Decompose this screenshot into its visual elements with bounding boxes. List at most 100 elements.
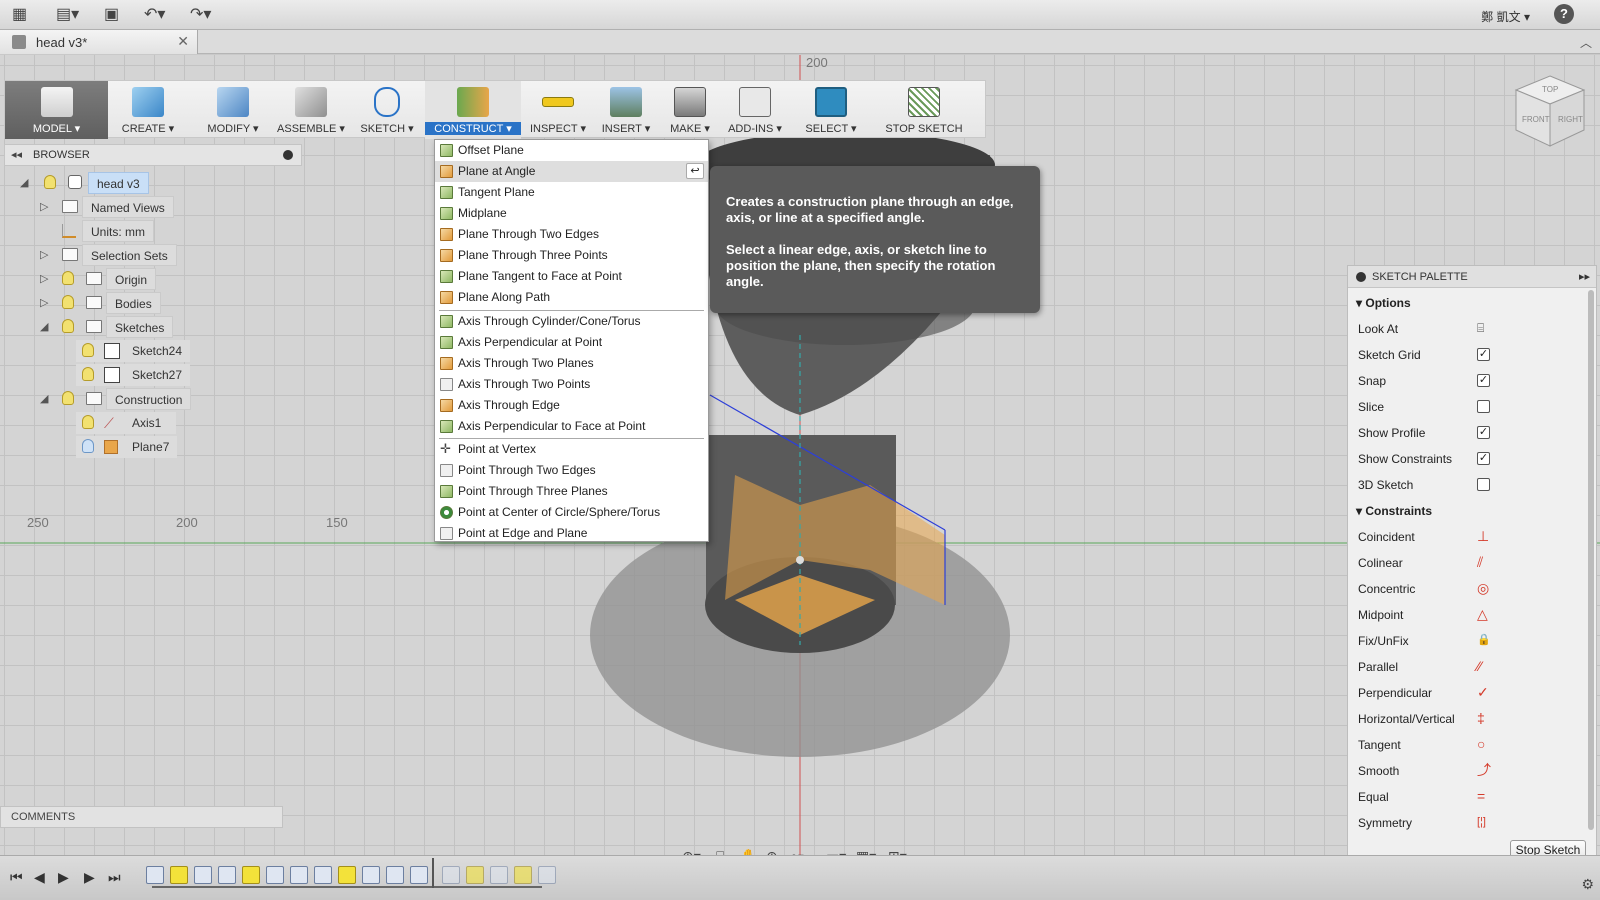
timeline-feature-icon[interactable] <box>442 866 460 884</box>
snap-checkbox[interactable]: ✓ <box>1477 374 1490 387</box>
user-menu[interactable]: 鄭 凱文 ▾ <box>1481 8 1530 25</box>
sketch-grid-checkbox[interactable]: ✓ <box>1477 348 1490 361</box>
timeline-feature-icon[interactable] <box>490 866 508 884</box>
comments-panel[interactable]: COMMENTS <box>0 806 283 828</box>
timeline-feature-icon[interactable] <box>338 866 356 884</box>
constraint-horizontal-vertical[interactable]: Horizontal/Vertical ‡ <box>1348 706 1582 732</box>
tree-row-units[interactable]: Units: mm <box>0 220 300 242</box>
tree-row-axis1[interactable]: ⟋ Axis1 <box>76 412 176 434</box>
timeline-feature-icon[interactable] <box>266 866 284 884</box>
tree-row-origin[interactable]: ▷ Origin <box>0 268 300 290</box>
visibility-bulb-icon[interactable] <box>82 439 94 453</box>
toolbar-assemble[interactable]: ASSEMBLE ▾ <box>277 81 345 139</box>
constraint-colinear[interactable]: Colinear ⫽ <box>1348 550 1582 576</box>
menu-item-point-two-edges[interactable]: Point Through Two Edges <box>435 460 708 481</box>
toolbar-addins[interactable]: ADD-INS ▾ <box>721 81 789 139</box>
tree-row-sketches[interactable]: ◢ Sketches <box>0 316 300 338</box>
browser-collapse-icon[interactable]: ◂◂ <box>11 148 22 161</box>
menu-item-axis-two-planes[interactable]: Axis Through Two Planes <box>435 353 708 374</box>
constraint-concentric[interactable]: Concentric ◎ <box>1348 576 1582 602</box>
3d-sketch-checkbox[interactable] <box>1477 478 1490 491</box>
menu-item-point-vertex[interactable]: ✛ Point at Vertex <box>435 439 708 460</box>
tree-row-construction[interactable]: ◢ Construction <box>0 388 300 410</box>
timeline-feature-icon[interactable] <box>218 866 236 884</box>
menu-item-plane-at-angle[interactable]: Plane at Angle ↩ <box>435 161 708 182</box>
constraint-parallel[interactable]: Parallel ⁄⁄ <box>1348 654 1582 680</box>
timeline-feature-icon[interactable] <box>242 866 260 884</box>
timeline-feature-icon[interactable] <box>386 866 404 884</box>
visibility-bulb-icon[interactable] <box>62 319 74 333</box>
toolbar-stop-sketch[interactable]: STOP SKETCH <box>871 81 977 139</box>
file-icon[interactable]: ▤▾ <box>56 6 79 24</box>
option-show-profile[interactable]: Show Profile ✓ <box>1348 420 1582 446</box>
option-3d-sketch[interactable]: 3D Sketch <box>1348 472 1582 498</box>
visibility-bulb-icon[interactable] <box>82 415 94 429</box>
constraint-fix-unfix[interactable]: Fix/UnFix 🔒 <box>1348 628 1582 654</box>
constraint-tangent[interactable]: Tangent ○ <box>1348 732 1582 758</box>
collapse-icon[interactable]: ︿ <box>1580 34 1592 51</box>
menu-item-axis-perpendicular-face[interactable]: Axis Perpendicular to Face at Point <box>435 416 708 437</box>
step-back-icon[interactable]: ◀ <box>34 869 45 886</box>
menu-item-plane-two-edges[interactable]: Plane Through Two Edges <box>435 224 708 245</box>
tree-row-sketch27[interactable]: Sketch27 <box>76 364 191 386</box>
palette-expand-icon[interactable]: ▸▸ <box>1579 270 1590 283</box>
tree-row-sketch24[interactable]: Sketch24 <box>76 340 191 362</box>
visibility-bulb-icon[interactable] <box>82 343 94 357</box>
timeline-feature-icon[interactable] <box>410 866 428 884</box>
play-icon[interactable]: ▶ <box>84 869 95 886</box>
constraint-symmetry[interactable]: Symmetry [¦] <box>1348 810 1582 836</box>
play-back-icon[interactable]: ▶ <box>58 869 69 886</box>
redo-icon[interactable]: ↷▾ <box>190 6 211 24</box>
save-icon[interactable]: ▣ <box>104 6 119 24</box>
constraint-smooth[interactable]: Smooth ⤴ <box>1348 758 1582 784</box>
timeline-feature-icon[interactable] <box>466 866 484 884</box>
timeline-settings-icon[interactable]: ⚙ <box>1581 876 1594 893</box>
close-tab-icon[interactable]: ✕ <box>177 33 189 50</box>
options-section-header[interactable]: ▾ Options <box>1348 290 1582 316</box>
timeline-feature-icon[interactable] <box>194 866 212 884</box>
option-look-at[interactable]: Look At ⌸ <box>1348 316 1582 342</box>
document-tab[interactable]: head v3* ✕ <box>0 30 198 54</box>
expand-right-icon[interactable]: ▷ <box>40 296 48 309</box>
look-at-icon[interactable]: ⌸ <box>1477 321 1484 336</box>
visibility-bulb-icon[interactable] <box>44 175 56 189</box>
timeline-feature-icon[interactable] <box>170 866 188 884</box>
slice-checkbox[interactable] <box>1477 400 1490 413</box>
palette-options-icon[interactable] <box>1356 272 1366 282</box>
option-sketch-grid[interactable]: Sketch Grid ✓ <box>1348 342 1582 368</box>
help-icon[interactable]: ? <box>1554 4 1574 24</box>
menu-item-axis-perpendicular-point[interactable]: Axis Perpendicular at Point <box>435 332 708 353</box>
shortcut-icon[interactable]: ↩ <box>686 163 704 179</box>
show-profile-checkbox[interactable]: ✓ <box>1477 426 1490 439</box>
undo-icon[interactable]: ↶▾ <box>144 6 165 24</box>
timeline-feature-icon[interactable] <box>362 866 380 884</box>
go-to-end-icon[interactable]: ⏭ <box>108 869 121 886</box>
timeline-feature-icon[interactable] <box>290 866 308 884</box>
menu-item-midplane[interactable]: Midplane <box>435 203 708 224</box>
tree-row-named-views[interactable]: ▷ Named Views <box>0 196 300 218</box>
toolbar-model[interactable]: MODEL ▾ <box>5 81 108 139</box>
expand-right-icon[interactable]: ▷ <box>40 248 48 261</box>
toolbar-insert[interactable]: INSERT ▾ <box>595 81 657 139</box>
menu-item-axis-two-points[interactable]: Axis Through Two Points <box>435 374 708 395</box>
toolbar-make[interactable]: MAKE ▾ <box>665 81 715 139</box>
timeline-feature-icon[interactable] <box>314 866 332 884</box>
expand-down-icon[interactable]: ◢ <box>40 320 48 333</box>
tree-row-root[interactable]: ◢ head v3 <box>0 172 300 194</box>
menu-item-axis-cylinder[interactable]: Axis Through Cylinder/Cone/Torus <box>435 311 708 332</box>
menu-item-plane-three-points[interactable]: Plane Through Three Points <box>435 245 708 266</box>
expand-down-icon[interactable]: ◢ <box>20 176 28 189</box>
app-grid-icon[interactable]: ▦ <box>12 6 27 24</box>
expand-right-icon[interactable]: ▷ <box>40 272 48 285</box>
timeline-feature-icon[interactable] <box>538 866 556 884</box>
palette-scrollbar[interactable] <box>1588 290 1594 830</box>
menu-item-axis-edge[interactable]: Axis Through Edge <box>435 395 708 416</box>
timeline-marker[interactable] <box>432 858 434 888</box>
constraints-section-header[interactable]: ▾ Constraints <box>1348 498 1582 524</box>
tree-row-bodies[interactable]: ▷ Bodies <box>0 292 300 314</box>
visibility-bulb-icon[interactable] <box>62 295 74 309</box>
constraint-equal[interactable]: Equal = <box>1348 784 1582 810</box>
option-show-constraints[interactable]: Show Constraints ✓ <box>1348 446 1582 472</box>
timeline-feature-icon[interactable] <box>514 866 532 884</box>
visibility-bulb-icon[interactable] <box>62 271 74 285</box>
